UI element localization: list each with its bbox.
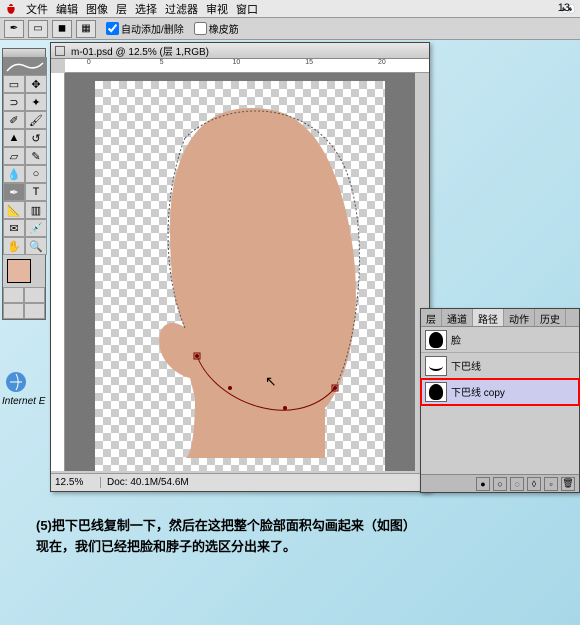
stamp-tool[interactable]: ▲: [3, 129, 25, 147]
options-bar: ✒ ▭ ◼ ▦ 自动添加/删除 橡皮筋: [0, 18, 580, 40]
auto-add-delete-checkbox[interactable]: [106, 22, 119, 35]
screen-mode-2[interactable]: [24, 303, 45, 319]
internet-label: Internet E: [2, 396, 45, 407]
notes-tool[interactable]: ✉: [3, 219, 25, 237]
internet-explorer-icon[interactable]: [4, 370, 28, 394]
measure-tool[interactable]: 📐: [3, 201, 25, 219]
path-mode-btn[interactable]: ▭: [28, 20, 48, 38]
close-box[interactable]: [55, 46, 65, 56]
caption-line-1: (5)把下巴线复制一下，然后在这把整个脸部面积勾画起来（如图）: [36, 516, 540, 537]
eraser-tool[interactable]: ▱: [3, 147, 25, 165]
tab-channels[interactable]: 通道: [442, 309, 473, 326]
gradient-tool[interactable]: ▥: [25, 201, 47, 219]
path-name: 脸: [451, 332, 461, 347]
toolbox: ▭ ✥ ⊃ ✦ ✐ 🖌 ▲ ↺ ▱ ✎ 💧 ○ ✒ T 📐 ▥ ✉ 💉 ✋ 🔍: [2, 48, 46, 320]
document-titlebar[interactable]: m-01.psd @ 12.5% (层 1,RGB): [51, 43, 429, 59]
stroke-path-icon[interactable]: ○: [493, 477, 507, 491]
menu-select[interactable]: 选择: [135, 1, 157, 17]
paths-panel: 层 通道 路径 动作 历史 脸 下巴线 下巴线 copy ● ○ ◌ ◊ ▫ 🗑: [420, 308, 580, 493]
canvas[interactable]: ↖: [65, 73, 415, 471]
ruler-horizontal: 0 5 10 15 20: [65, 59, 429, 73]
path-thumbnail: [425, 356, 447, 376]
tab-history[interactable]: 历史: [535, 309, 566, 326]
menu-layer[interactable]: 层: [116, 1, 127, 17]
path-name: 下巴线: [451, 358, 481, 373]
zoom-tool[interactable]: 🔍: [25, 237, 47, 255]
photoshop-logo: [3, 57, 47, 75]
auto-add-delete-label: 自动添加/删除: [121, 21, 184, 36]
document-title: m-01.psd @ 12.5% (层 1,RGB): [71, 43, 209, 58]
head-artwork: [135, 98, 365, 458]
screen-mode-1[interactable]: [3, 303, 24, 319]
tab-actions[interactable]: 动作: [504, 309, 535, 326]
eyedropper-tool[interactable]: 💉: [25, 219, 47, 237]
menu-view[interactable]: 审视: [206, 1, 228, 17]
pencil-tool[interactable]: ✎: [25, 147, 47, 165]
status-bar: 12.5% Doc: 40.1M/54.6M: [51, 473, 429, 491]
apple-icon: [4, 2, 18, 16]
airbrush-tool[interactable]: ✐: [3, 111, 25, 129]
shape-mode-btn[interactable]: ◼: [52, 20, 72, 38]
quickmask-mode[interactable]: [24, 287, 45, 303]
tab-paths[interactable]: 路径: [473, 309, 504, 326]
path-thumbnail: [425, 330, 447, 350]
marquee-tool[interactable]: ▭: [3, 75, 25, 93]
blur-tool[interactable]: 💧: [3, 165, 25, 183]
menu-image[interactable]: 图像: [86, 1, 108, 17]
dodge-tool[interactable]: ○: [25, 165, 47, 183]
brush-tool[interactable]: 🖌: [25, 111, 47, 129]
path-item-selected[interactable]: 下巴线 copy: [421, 379, 579, 405]
fill-mode-btn[interactable]: ▦: [76, 20, 96, 38]
lasso-tool[interactable]: ⊃: [3, 93, 25, 111]
foreground-swatch[interactable]: [7, 259, 31, 283]
document-window: m-01.psd @ 12.5% (层 1,RGB) 0 5 10 15 20 …: [50, 42, 430, 492]
rubber-band-label: 橡皮筋: [209, 21, 239, 36]
hand-tool[interactable]: ✋: [3, 237, 25, 255]
ruler-vertical: [51, 73, 65, 471]
wand-tool[interactable]: ✦: [25, 93, 47, 111]
path-name: 下巴线 copy: [451, 384, 505, 399]
menu-edit[interactable]: 编辑: [56, 1, 78, 17]
panel-tabs: 层 通道 路径 动作 历史: [421, 309, 579, 327]
menu-window[interactable]: 窗口: [236, 1, 258, 17]
path-to-selection-icon[interactable]: ◌: [510, 477, 524, 491]
move-tool[interactable]: ✥: [25, 75, 47, 93]
new-path-icon[interactable]: ▫: [544, 477, 558, 491]
path-thumbnail: [425, 382, 447, 402]
panel-footer: ● ○ ◌ ◊ ▫ 🗑: [421, 474, 579, 492]
path-item[interactable]: 下巴线: [421, 353, 579, 379]
menu-filter[interactable]: 过滤器: [165, 1, 198, 17]
doc-size-info: Doc: 40.1M/54.6M: [101, 477, 195, 488]
page-number: 13: [558, 2, 570, 14]
caption-line-2: 现在，我们已经把脸和脖子的选区分出来了。: [36, 537, 540, 558]
fill-path-icon[interactable]: ●: [476, 477, 490, 491]
menubar: 文件 编辑 图像 层 选择 过滤器 审视 窗口 👀: [0, 0, 580, 18]
pen-tool-indicator[interactable]: ✒: [4, 20, 24, 38]
zoom-field[interactable]: 12.5%: [51, 477, 101, 488]
rubber-band-checkbox[interactable]: [194, 22, 207, 35]
tutorial-caption: (5)把下巴线复制一下，然后在这把整个脸部面积勾画起来（如图） 现在，我们已经把…: [36, 516, 540, 558]
tab-layers[interactable]: 层: [421, 309, 442, 326]
standard-mode[interactable]: [3, 287, 24, 303]
delete-path-icon[interactable]: 🗑: [561, 477, 575, 491]
toolbox-grip[interactable]: [3, 49, 45, 57]
pen-tool[interactable]: ✒: [3, 183, 25, 201]
history-brush-tool[interactable]: ↺: [25, 129, 47, 147]
selection-to-path-icon[interactable]: ◊: [527, 477, 541, 491]
path-item[interactable]: 脸: [421, 327, 579, 353]
menu-file[interactable]: 文件: [26, 1, 48, 17]
type-tool[interactable]: T: [25, 183, 47, 201]
